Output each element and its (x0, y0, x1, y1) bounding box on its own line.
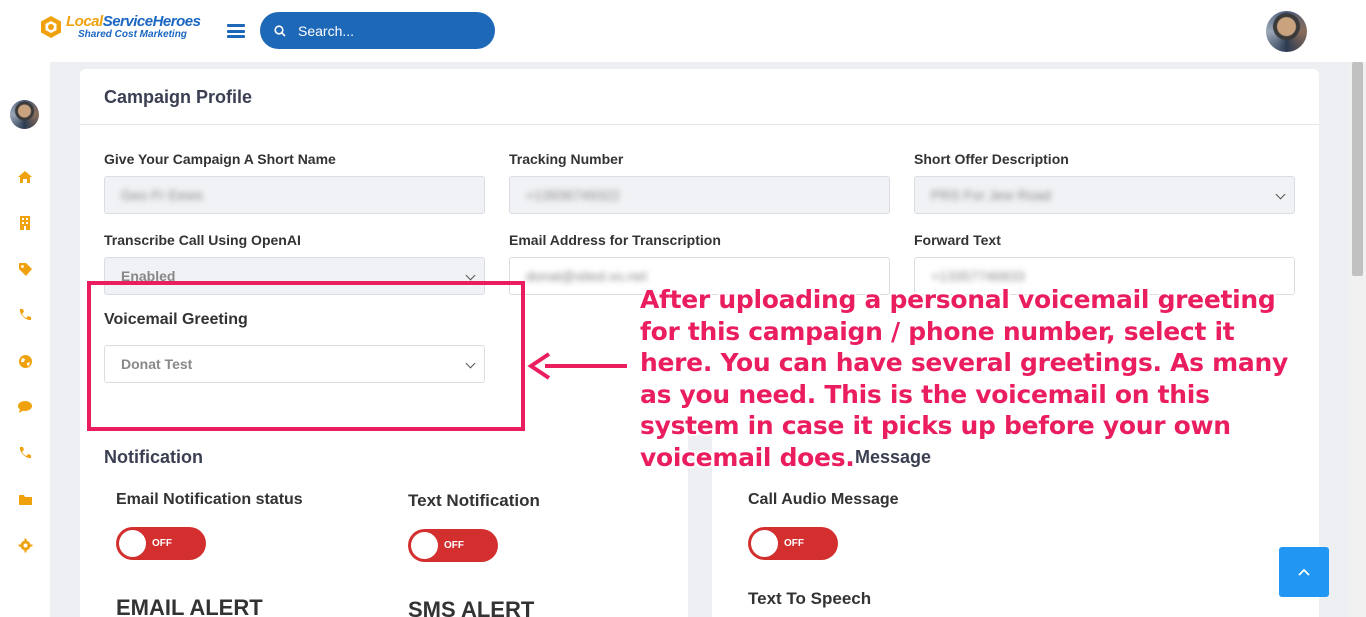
brand-name-part1: Local (66, 13, 103, 30)
toggle-state: OFF (152, 538, 172, 549)
annotation-line: voicemail does. (640, 442, 855, 472)
chevron-down-icon (1275, 189, 1286, 200)
forward-text-value: +13357746833 (931, 268, 1025, 284)
folder-icon[interactable] (17, 491, 33, 507)
menu-toggle-icon[interactable] (227, 24, 245, 38)
tag-icon[interactable] (17, 261, 33, 277)
phone-icon[interactable] (17, 445, 33, 461)
toggle-state: OFF (784, 538, 804, 549)
tracking-number-label: Tracking Number (509, 151, 624, 167)
short-name-label: Give Your Campaign A Short Name (104, 151, 336, 167)
annotation-line: here. You can have several greetings. As… (640, 348, 1288, 377)
chevron-up-icon (1298, 568, 1310, 576)
forward-text-label: Forward Text (914, 232, 1001, 248)
search-bar[interactable] (260, 12, 495, 49)
scrollbar-thumb[interactable] (1352, 62, 1363, 276)
annotation-line: for this campaign / phone number, select… (640, 316, 1235, 346)
text-notification-label: Text Notification (408, 491, 540, 510)
annotation-text: After uploading a personal voicemail gre… (640, 284, 1320, 473)
annotation-highlight-box (87, 281, 525, 431)
logo-hexagon-icon (41, 16, 61, 38)
sidebar (0, 62, 50, 617)
call-audio-message-label: Call Audio Message (748, 491, 899, 508)
chevron-down-icon (465, 270, 476, 281)
sidebar-avatar[interactable] (10, 100, 39, 129)
annotation-arrow-icon (527, 352, 627, 380)
email-notification-toggle[interactable]: OFF (116, 527, 206, 560)
text-notification-toggle[interactable]: OFF (408, 529, 498, 562)
search-icon (274, 24, 286, 37)
transcription-email-label: Email Address for Transcription (509, 232, 721, 248)
email-alert-heading: EMAIL ALERT (116, 595, 263, 617)
chat-icon[interactable] (17, 399, 33, 415)
brand-name: LocalServiceHeroes (66, 13, 201, 30)
transcription-email-value: donat@sited.vo.net (526, 268, 647, 284)
text-to-speech-label: Text To Speech (748, 589, 872, 608)
scrollbar[interactable] (1349, 62, 1366, 617)
tracking-number-field[interactable]: +13936749322 (509, 176, 890, 214)
annotation-line: system in case it picks up before your o… (640, 411, 1231, 440)
user-avatar[interactable] (1266, 11, 1307, 52)
top-bar: LocalServiceHeroes Shared Cost Marketing (0, 0, 1366, 62)
gear-icon[interactable] (17, 537, 33, 553)
phone-icon[interactable] (17, 307, 33, 323)
notification-title: Notification (104, 447, 203, 467)
brand-logo[interactable]: LocalServiceHeroes Shared Cost Marketing (40, 13, 201, 40)
building-icon[interactable] (17, 215, 33, 231)
transcribe-label: Transcribe Call Using OpenAI (104, 232, 301, 248)
offer-description-label: Short Offer Description (914, 151, 1069, 167)
annotation-line: After uploading a personal voicemail gre… (640, 285, 1276, 314)
home-icon[interactable] (17, 169, 33, 185)
offer-description-select[interactable]: PRS For Jew Road (914, 176, 1295, 214)
search-input[interactable] (298, 22, 478, 39)
short-name-field[interactable]: Geo Fr Eews (104, 176, 485, 214)
toggle-knob (119, 530, 146, 557)
toggle-state: OFF (444, 540, 464, 551)
offer-description-value: PRS For Jew Road (931, 187, 1051, 203)
page-title: Campaign Profile (80, 69, 1319, 125)
email-notification-label: Email Notification status (116, 491, 303, 508)
scroll-to-top-button[interactable] (1279, 547, 1329, 597)
toggle-knob (751, 530, 778, 557)
annotation-line: as you need. This is the voicemail on th… (640, 379, 1210, 409)
sms-alert-heading: SMS ALERT (408, 597, 535, 617)
tracking-number-value: +13936749322 (526, 187, 620, 203)
globe-icon[interactable] (17, 353, 33, 369)
short-name-value: Geo Fr Eews (121, 187, 203, 203)
brand-name-part2: ServiceHeroes (102, 13, 201, 30)
toggle-knob (411, 532, 438, 559)
call-audio-message-toggle[interactable]: OFF (748, 527, 838, 560)
brand-tagline: Shared Cost Marketing (78, 29, 187, 40)
